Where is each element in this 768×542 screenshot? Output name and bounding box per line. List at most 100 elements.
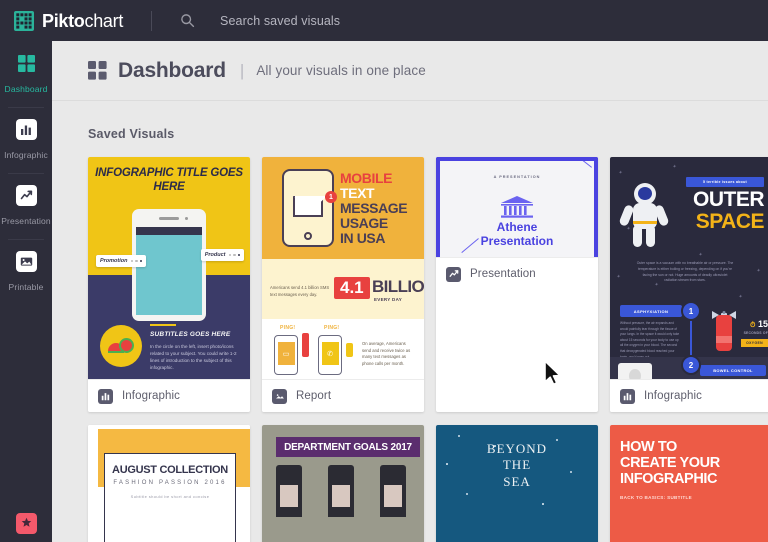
section-label-1: ASPHYXIATION (620, 305, 682, 317)
title-line: TEXT (340, 185, 375, 202)
framed-box: AUGUST COLLECTION FASHION PASSION 2016 S… (104, 453, 236, 542)
star-icon (21, 516, 32, 531)
bubble-label: Promotion (100, 258, 128, 264)
card-thumbnail[interactable]: ✦✦ ✦✦ ✦✦ ✦✦ ✦✦ 5 terrible issues (610, 157, 768, 379)
visual-card-mobile-text-message[interactable]: 1 MOBILE TEXT MESSAGE USAGE IN USA Ameri… (262, 157, 424, 412)
sidebar-item-printable[interactable]: Printable (0, 239, 52, 305)
piktochart-logo-icon (14, 10, 34, 31)
thumb-subtitle: SUBTITLES GOES HERE (150, 331, 231, 338)
page-title: Dashboard (118, 58, 226, 82)
title-line: MESSAGE (340, 200, 408, 217)
card-thumbnail[interactable]: AUGUST COLLECTION FASHION PASSION 2016 S… (88, 425, 250, 542)
card-type-label: Infographic (644, 390, 702, 402)
brand-name: Piktochart (42, 12, 123, 30)
thumb-title: AUGUST COLLECTION (112, 464, 228, 476)
oxygen-tank-icon (716, 315, 732, 351)
card-footer: Presentation (436, 257, 598, 290)
sidebar-item-dashboard[interactable]: Dashboard (0, 41, 52, 107)
card-thumbnail[interactable]: BEYOND THE SEA (436, 425, 598, 542)
title-line: MOBILE (340, 170, 393, 186)
thumb-title: Athene Presentation (440, 220, 594, 249)
thumb-canvas: DEPARTMENT GOALS 2017 (262, 425, 424, 542)
thumb-stat-band: Americans send 4.1 billion SMS text mess… (262, 259, 424, 319)
page-header: Dashboard | All your visuals in one plac… (52, 41, 768, 101)
sidebar-item-infographic[interactable]: Infographic (0, 107, 52, 173)
title-line: Presentation (480, 233, 554, 248)
thumb-top-band: 1 MOBILE TEXT MESSAGE USAGE IN USA (262, 157, 424, 259)
thumb-title: HOW TO CREATE YOUR INFOGRAPHIC (620, 439, 720, 488)
envelope-icon (293, 196, 323, 217)
card-type-label: Report (296, 390, 332, 402)
section-label-2: BOWEL CONTROL (700, 365, 766, 376)
topbar-divider (151, 10, 153, 31)
visual-card-athene-presentation[interactable]: A PRESENTATION Athene Presentation Prese… (436, 157, 598, 412)
piktochart-dashboard-app: Piktochart Search saved visuals Dashboar… (0, 0, 768, 542)
vintage-phone-illustration (380, 465, 406, 517)
thumb-subtitle: BACK TO BASICS: SUBTITLE (620, 495, 692, 500)
bar-marker (346, 343, 353, 357)
section-title: Saved Visuals (88, 127, 175, 141)
header-divider: | (239, 60, 245, 80)
card-thumbnail[interactable]: A PRESENTATION Athene Presentation (436, 157, 598, 257)
thumb-body-text: On average, Americans send and receive t… (362, 341, 411, 367)
search-input[interactable]: Search saved visuals (220, 14, 340, 28)
vintage-phone-illustration (328, 465, 354, 517)
top-bar: Piktochart Search saved visuals (0, 0, 768, 41)
trend-arrow-icon (446, 266, 461, 282)
thumb-title: DEPARTMENT GOALS 2017 (276, 437, 420, 457)
title-line: BEYOND (486, 441, 548, 456)
sidebar-item-label: Infographic (4, 150, 48, 160)
thumb-canvas: HOW TO CREATE YOUR INFOGRAPHIC BACK TO B… (610, 425, 768, 542)
sidebar: Dashboard Infographic Presentation Print… (0, 41, 52, 542)
card-type-label: Infographic (122, 390, 180, 402)
notification-badge: 1 (325, 191, 337, 203)
mini-phone-illustration: ✆ (318, 335, 342, 375)
thumb-canvas: AUGUST COLLECTION FASHION PASSION 2016 S… (88, 425, 250, 542)
bar-chart-icon (98, 388, 113, 404)
stat-unit: SECONDS OF (743, 331, 768, 335)
trend-arrow-icon (15, 185, 37, 206)
visual-card-infographic-title[interactable]: INFOGRAPHIC TITLE GOES HERE Promotion Pr… (88, 157, 250, 412)
title-line: USAGE (340, 215, 388, 232)
brand-logo[interactable]: Piktochart (14, 10, 123, 31)
visual-card-how-to-create-infographic[interactable]: HOW TO CREATE YOUR INFOGRAPHIC BACK TO B… (610, 425, 768, 542)
thumb-caption: Subtitle should be short and concise (130, 494, 210, 499)
card-thumbnail[interactable]: DEPARTMENT GOALS 2017 (262, 425, 424, 542)
thumb-body-text: In the circle on the left, insert photo/… (150, 344, 237, 371)
card-thumbnail[interactable]: INFOGRAPHIC TITLE GOES HERE Promotion Pr… (88, 157, 250, 379)
watermelon-circle (100, 325, 142, 367)
astronaut-illustration (618, 183, 670, 247)
thumb-canvas: BEYOND THE SEA (436, 425, 598, 542)
stat-number: 4.1 (334, 277, 370, 299)
title-line: HOW TO (620, 439, 677, 455)
card-thumbnail[interactable]: HOW TO CREATE YOUR INFOGRAPHIC BACK TO B… (610, 425, 768, 542)
title-line: Athene (496, 220, 538, 234)
thumb-title-line1: OUTER (693, 188, 765, 211)
search-icon[interactable] (180, 13, 195, 28)
visual-card-outer-space[interactable]: ✦✦ ✦✦ ✦✦ ✦✦ ✦✦ 5 terrible issues (610, 157, 768, 412)
title-line: THE (502, 457, 532, 473)
stat-number: 15 (757, 319, 768, 329)
brand-name-light: chart (84, 10, 124, 31)
visual-card-department-goals[interactable]: DEPARTMENT GOALS 2017 (262, 425, 424, 542)
visual-card-august-collection[interactable]: AUGUST COLLECTION FASHION PASSION 2016 S… (88, 425, 250, 542)
toilet-paper-icon (618, 363, 652, 379)
vintage-phone-illustration (276, 465, 302, 517)
card-footer: Report (262, 379, 424, 412)
title-line: SEA (503, 473, 531, 489)
stat-caption: Americans send 4.1 billion SMS text mess… (270, 285, 330, 297)
rule-divider (150, 324, 176, 326)
card-thumbnail[interactable]: 1 MOBILE TEXT MESSAGE USAGE IN USA Ameri… (262, 157, 424, 379)
visual-card-beyond-the-sea[interactable]: BEYOND THE SEA (436, 425, 598, 542)
sidebar-item-presentation[interactable]: Presentation (0, 173, 52, 239)
timeline-node-1: 1 (681, 301, 701, 321)
thumb-canvas: A PRESENTATION Athene Presentation (440, 161, 594, 257)
thumb-title: INFOGRAPHIC TITLE GOES HERE (95, 167, 243, 194)
star-favorites-button[interactable] (16, 513, 37, 534)
brand-name-bold: Pikto (42, 10, 85, 31)
card-type-label: Presentation (470, 268, 536, 280)
page-subtitle: All your visuals in one place (256, 63, 426, 78)
thumb-bottom-band: PING! PING! ▭ ✆ On average, Americans se… (262, 319, 424, 379)
printable-icon (15, 251, 37, 272)
sidebar-item-label: Printable (8, 282, 44, 292)
